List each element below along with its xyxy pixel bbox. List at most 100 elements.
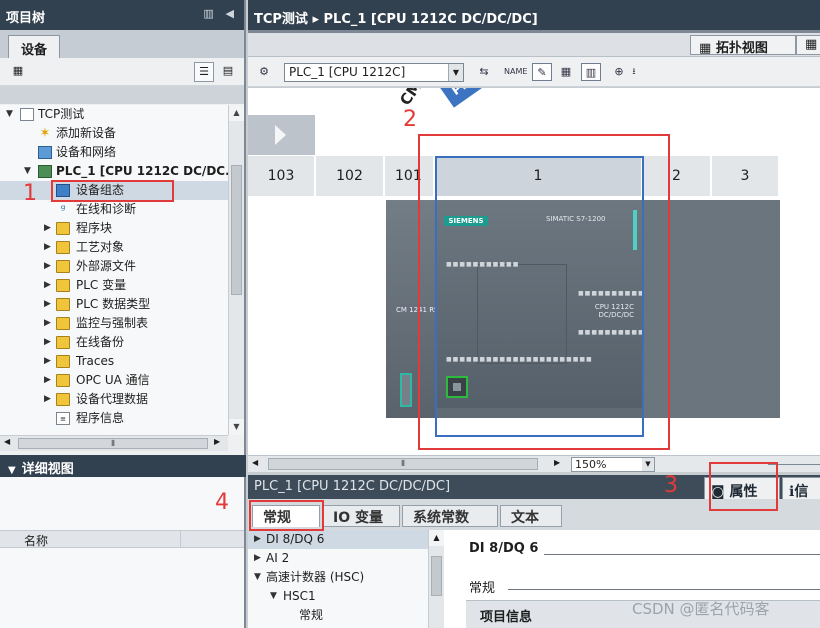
name-icon[interactable]: NAME bbox=[504, 63, 527, 81]
project-tree-hscroll[interactable]: ◀ ⦀ ▶ bbox=[0, 435, 228, 451]
section-subheading: 常规 bbox=[469, 581, 496, 596]
editor-toolbar: ⚙ PLC_1 [CPU 1212C] ▼ ⇆ NAME ▥ ✎ ▦ ▥ ⊕ ⭳ bbox=[248, 57, 820, 87]
panel-icon[interactable]: ▥ bbox=[581, 63, 601, 81]
annotation-box-3 bbox=[709, 462, 778, 511]
nav-item-ai[interactable]: ▶ AI 2 bbox=[248, 549, 428, 568]
nav-item-di-dq[interactable]: ▶ DI 8/DQ 6 bbox=[248, 530, 428, 549]
tab-devices[interactable]: 设备 bbox=[8, 35, 61, 58]
device-icon[interactable]: ⚙ bbox=[254, 63, 274, 81]
annotation-number-3: 3 bbox=[664, 473, 678, 498]
nav-item-hsc1[interactable]: ▼ HSC1 bbox=[248, 587, 428, 606]
tree-item-add-device[interactable]: ✶ 添加新设备 bbox=[0, 124, 228, 143]
tree-item-watch-force-tables[interactable]: ▶ 监控与强制表 bbox=[0, 314, 228, 333]
slot-103[interactable]: 103 bbox=[248, 156, 316, 196]
chevron-down-icon[interactable]: ▼ bbox=[448, 64, 463, 81]
zoom-select[interactable]: 150% ▼ bbox=[571, 457, 655, 472]
column-divider bbox=[180, 531, 181, 547]
tab-network-view[interactable]: ▦ bbox=[796, 35, 820, 55]
folder-icon bbox=[56, 260, 70, 273]
pane-controls-icon[interactable]: ▥ ◀ bbox=[203, 7, 238, 20]
tab-io-tags[interactable]: IO 变量 bbox=[322, 505, 400, 527]
project-toolbar-icon[interactable]: ▦ bbox=[8, 62, 28, 82]
overview-icon[interactable]: ▤ bbox=[218, 62, 238, 82]
annotation-box-4 bbox=[249, 500, 324, 531]
divider bbox=[508, 589, 820, 590]
expand-slots-button[interactable] bbox=[248, 115, 315, 155]
folder-icon bbox=[56, 241, 70, 254]
tree-item-external-sources[interactable]: ▶ 外部源文件 bbox=[0, 257, 228, 276]
add-device-icon: ✶ bbox=[39, 126, 51, 141]
scroll-right-icon[interactable]: ▶ bbox=[214, 437, 220, 446]
collapse-icon[interactable]: ▼ bbox=[8, 465, 16, 476]
device-select[interactable]: PLC_1 [CPU 1212C] ▼ bbox=[284, 63, 464, 82]
scroll-thumb[interactable] bbox=[231, 165, 242, 295]
detail-view-title[interactable]: ▼ 详细视图 bbox=[0, 455, 246, 477]
section-heading: DI 8/DQ 6 bbox=[469, 541, 539, 556]
scroll-thumb[interactable] bbox=[431, 556, 442, 596]
detail-header: 名称 bbox=[0, 530, 244, 548]
scroll-thumb[interactable]: ⦀ bbox=[18, 438, 208, 449]
detail-view: 名称 bbox=[0, 477, 244, 628]
highlight-icon[interactable]: ✎ bbox=[532, 63, 552, 81]
annotation-number-4: 4 bbox=[215, 490, 229, 515]
inspector-vscroll[interactable]: ▲ bbox=[428, 530, 444, 628]
network-view-icon: ▦ bbox=[805, 37, 818, 52]
inspector-nav-tree: ▶ DI 8/DQ 6 ▶ AI 2 ▼ 高速计数器 (HSC) ▼ HSC1 … bbox=[248, 530, 428, 628]
tree-item-program-info[interactable]: ≡ 程序信息 bbox=[0, 409, 228, 428]
annotation-number-1: 1 bbox=[23, 181, 37, 206]
scroll-left-icon[interactable]: ◀ bbox=[4, 437, 10, 446]
tree-item-plc-data-types[interactable]: ▶ PLC 数据类型 bbox=[0, 295, 228, 314]
scroll-thumb[interactable]: ⦀ bbox=[268, 458, 538, 470]
slot-3[interactable]: 3 bbox=[712, 156, 780, 196]
tree-item-device-proxy[interactable]: ▶ 设备代理数据 bbox=[0, 390, 228, 409]
tree-item-project[interactable]: ▼ TCP测试 bbox=[0, 105, 228, 124]
serial-port-icon bbox=[400, 373, 412, 407]
project-tree: ▼ TCP测试 ✶ 添加新设备 设备和网络 ▼ PLC_1 [CPU 1212C… bbox=[0, 105, 228, 435]
project-tree-toolbar: ▦ ☰ ▤ bbox=[0, 58, 244, 86]
project-icon bbox=[20, 108, 34, 121]
list-view-icon[interactable]: ☰ bbox=[194, 62, 214, 82]
folder-icon bbox=[56, 298, 70, 311]
scroll-left-icon[interactable]: ◀ bbox=[252, 458, 258, 467]
topology-icon: ▦ bbox=[699, 41, 712, 56]
tree-item-traces[interactable]: ▶ Traces bbox=[0, 352, 228, 371]
scroll-up-icon[interactable]: ▲ bbox=[229, 105, 244, 121]
network-icon bbox=[38, 146, 52, 159]
project-tree-vscroll[interactable]: ▲ ▼ bbox=[228, 105, 244, 435]
tree-item-plc-tags[interactable]: ▶ PLC 变量 bbox=[0, 276, 228, 295]
folder-icon bbox=[56, 393, 70, 406]
scroll-right-icon[interactable]: ▶ bbox=[554, 458, 560, 467]
breadcrumb: TCP测试 ▸ PLC_1 [CPU 1212C DC/DC/DC] bbox=[248, 0, 820, 33]
view-switch-bar: ▦ 拓扑视图 ▦ bbox=[248, 33, 820, 57]
info-icon: ≡ bbox=[56, 412, 70, 425]
tree-item-online-backups[interactable]: ▶ 在线备份 bbox=[0, 333, 228, 352]
download-icon[interactable]: ⭳ bbox=[624, 63, 644, 81]
slot-102[interactable]: 102 bbox=[316, 156, 385, 196]
folder-icon bbox=[56, 336, 70, 349]
tree-item-opc-ua[interactable]: ▶ OPC UA 通信 bbox=[0, 371, 228, 390]
swap-icon[interactable]: ⇆ bbox=[474, 63, 494, 81]
tree-item-devices-networks[interactable]: 设备和网络 bbox=[0, 143, 228, 162]
tree-item-technology-objects[interactable]: ▶ 工艺对象 bbox=[0, 238, 228, 257]
scroll-down-icon[interactable]: ▼ bbox=[229, 419, 244, 435]
rail-label: CM bbox=[396, 88, 426, 109]
nav-item-hsc[interactable]: ▼ 高速计数器 (HSC) bbox=[248, 568, 428, 587]
nav-item-general[interactable]: 常规 bbox=[248, 606, 428, 625]
diagnostics-icon: ᵍ bbox=[60, 202, 66, 216]
folder-icon bbox=[56, 317, 70, 330]
folder-icon bbox=[56, 355, 70, 368]
tab-texts[interactable]: 文本 bbox=[500, 505, 562, 527]
tree-item-plc1[interactable]: ▼ PLC_1 [CPU 1212C DC/DC... bbox=[0, 162, 228, 181]
grid-icon[interactable]: ▦ bbox=[556, 63, 576, 81]
tab-topology-view[interactable]: ▦ 拓扑视图 bbox=[690, 35, 796, 56]
folder-icon bbox=[56, 279, 70, 292]
annotation-box-1 bbox=[51, 180, 174, 202]
divider bbox=[544, 554, 820, 555]
scroll-up-icon[interactable]: ▲ bbox=[429, 530, 444, 546]
tree-item-program-blocks[interactable]: ▶ 程序块 bbox=[0, 219, 228, 238]
devices-tabbar: 设备 bbox=[0, 30, 244, 58]
folder-icon bbox=[56, 374, 70, 387]
chevron-down-icon[interactable]: ▼ bbox=[642, 458, 654, 471]
tab-system-constants[interactable]: 系统常数 bbox=[402, 505, 498, 527]
cpu-icon bbox=[38, 165, 52, 178]
